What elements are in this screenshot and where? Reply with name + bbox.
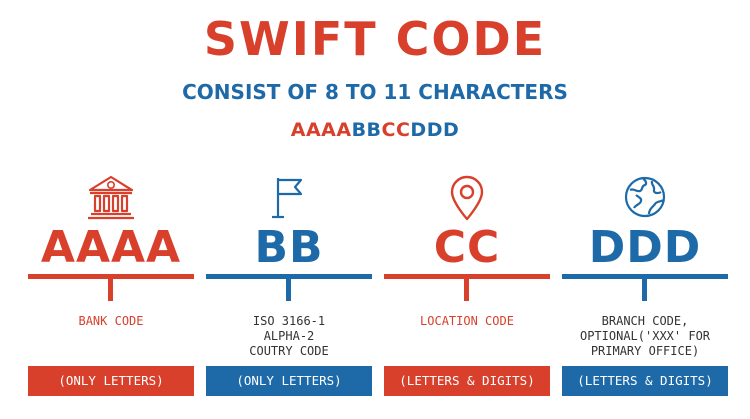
location-code-letters: CC bbox=[433, 222, 501, 273]
country-code-description: ISO 3166-1 ALPHA-2 COUTRY CODE bbox=[249, 314, 329, 358]
location-code-column: CC LOCATION CODE (LETTERS & DIGITS) bbox=[384, 170, 550, 410]
bank-code-column: AAAA BANK CODE (ONLY LETTERS) bbox=[28, 170, 194, 410]
globe-icon bbox=[562, 174, 728, 222]
country-code-stem bbox=[286, 279, 291, 301]
format-branch-part: DDD bbox=[410, 119, 460, 141]
branch-code-rule: (LETTERS & DIGITS) bbox=[562, 366, 728, 396]
page-subtitle: CONSIST OF 8 TO 11 CHARACTERS bbox=[182, 80, 568, 104]
bank-code-stem bbox=[108, 279, 113, 301]
branch-code-description: BRANCH CODE, OPTIONAL('XXX' FOR PRIMARY … bbox=[579, 314, 711, 358]
page-title: SWIFT CODE bbox=[203, 12, 547, 66]
country-code-letters: BB bbox=[254, 222, 324, 273]
location-code-description: LOCATION CODE bbox=[420, 314, 514, 328]
format-location-part: CC bbox=[381, 119, 411, 141]
format-bank-part: AAAA bbox=[290, 119, 352, 141]
flag-icon bbox=[206, 174, 372, 222]
branch-code-stem bbox=[642, 279, 647, 301]
code-format: AAAABBCCDDD bbox=[0, 119, 750, 141]
location-code-rule: (LETTERS & DIGITS) bbox=[384, 366, 550, 396]
branch-code-letters: DDD bbox=[588, 222, 702, 273]
country-code-rule: (ONLY LETTERS) bbox=[206, 366, 372, 396]
location-pin-icon bbox=[384, 174, 550, 222]
bank-code-letters: AAAA bbox=[40, 222, 182, 273]
country-code-column: BB ISO 3166-1 ALPHA-2 COUTRY CODE (ONLY … bbox=[206, 170, 372, 410]
bank-code-description: BANK CODE bbox=[78, 314, 144, 328]
bank-icon bbox=[28, 174, 194, 222]
format-country-part: BB bbox=[351, 119, 382, 141]
location-code-stem bbox=[464, 279, 469, 301]
branch-code-column: DDD BRANCH CODE, OPTIONAL('XXX' FOR PRIM… bbox=[562, 170, 728, 410]
bank-code-rule: (ONLY LETTERS) bbox=[28, 366, 194, 396]
